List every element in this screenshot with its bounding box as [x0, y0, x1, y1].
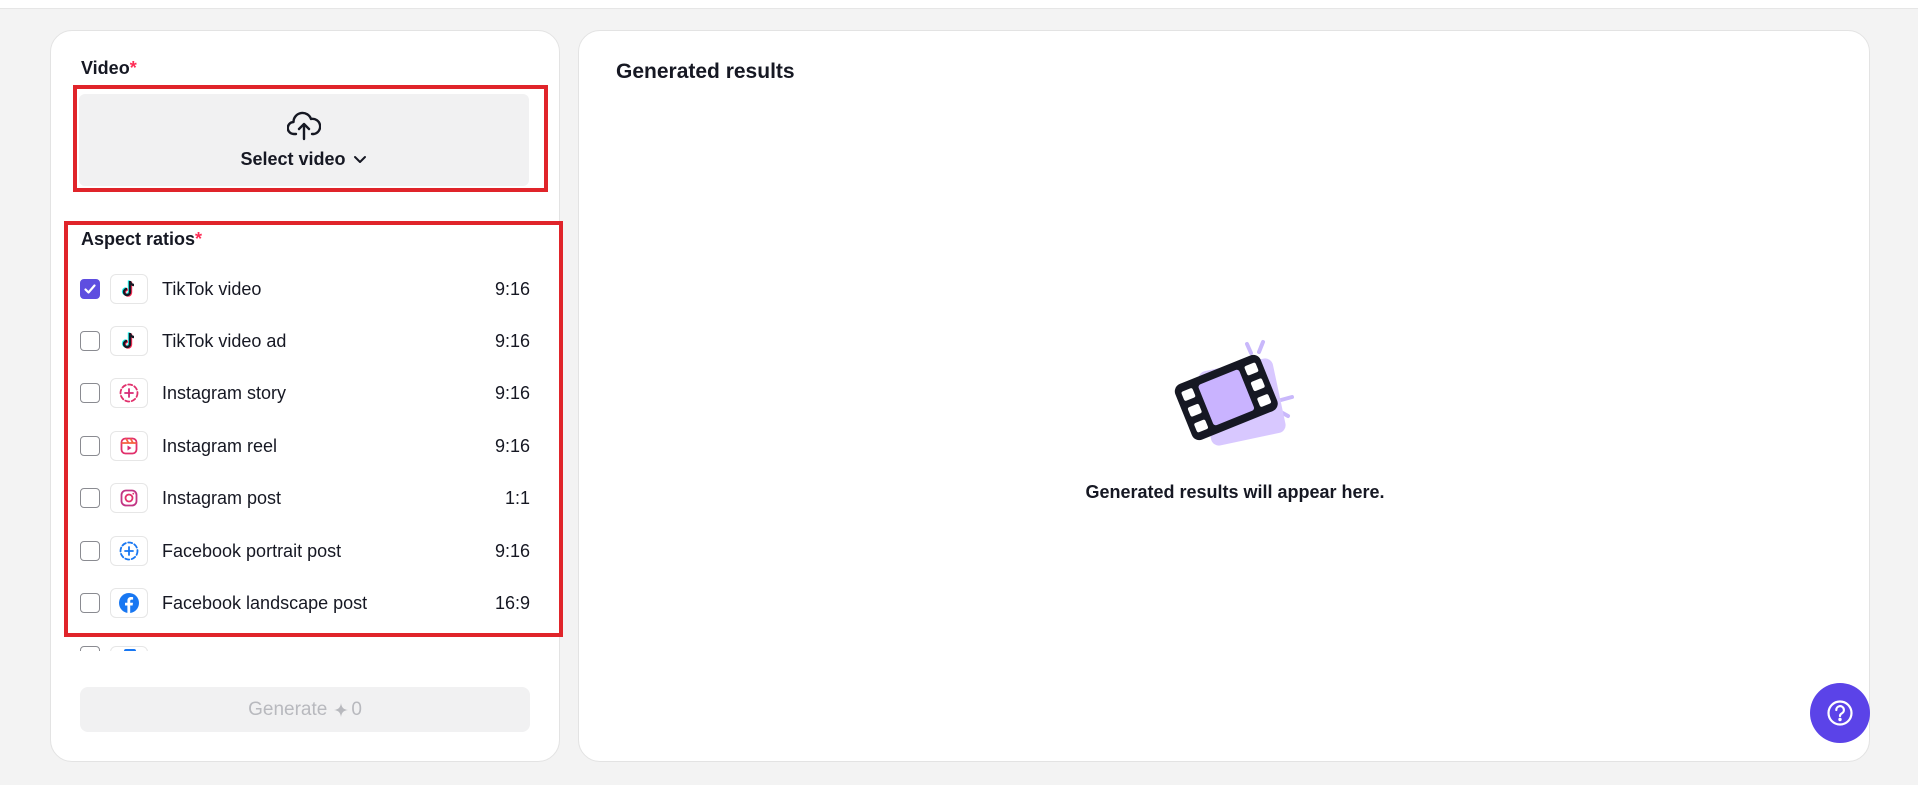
facebook-icon — [110, 588, 148, 618]
aspect-option-instagram-reel[interactable]: Instagram reel 9:16 — [80, 426, 530, 466]
aspect-option-tiktok-video[interactable]: TikTok video 9:16 — [80, 269, 530, 309]
aspect-option-instagram-story[interactable]: Instagram story 9:16 — [80, 373, 530, 413]
aspect-option-label: Facebook landscape post — [162, 592, 368, 613]
empty-results-text: Generated results will appear here. — [1085, 482, 1385, 502]
tiktok-icon — [110, 326, 148, 356]
aspect-option-label: Instagram post — [162, 487, 282, 508]
help-button[interactable] — [1810, 683, 1870, 743]
chevron-down-icon — [353, 156, 366, 163]
tiktok-icon — [110, 274, 148, 304]
aspect-option-ratio: 9:16 — [494, 435, 530, 456]
aspect-option-ratio: 9:16 — [494, 330, 530, 351]
video-label: Video* — [81, 58, 137, 78]
generate-button[interactable]: Generate 0 — [80, 687, 530, 732]
instagram-reel-icon — [110, 431, 148, 461]
cloud-upload-icon — [287, 111, 321, 140]
select-video-button[interactable]: Select video — [240, 149, 367, 170]
checkbox[interactable] — [80, 436, 100, 456]
results-title: Generated results — [616, 60, 795, 83]
aspect-option-label: TikTok video ad — [162, 330, 287, 351]
checkbox[interactable] — [80, 593, 100, 613]
aspect-list-overflow — [80, 646, 530, 651]
facebook-story-icon — [110, 536, 148, 566]
aspect-option-ratio: 9:16 — [494, 382, 530, 403]
film-illustration-icon — [1170, 336, 1300, 466]
aspect-ratios-label: Aspect ratios* — [81, 229, 203, 249]
check-icon — [84, 284, 96, 294]
select-video-dropzone[interactable]: Select video — [79, 94, 529, 186]
top-bar — [0, 0, 1918, 9]
aspect-option-label: Facebook portrait post — [162, 540, 342, 561]
aspect-option-label: TikTok video — [162, 278, 262, 299]
checkbox[interactable] — [80, 279, 100, 299]
checkbox[interactable] — [80, 331, 100, 351]
instagram-story-icon — [110, 378, 148, 408]
aspect-option-tiktok-video-ad[interactable]: TikTok video ad 9:16 — [80, 321, 530, 361]
aspect-option-label: Instagram reel — [162, 435, 278, 456]
aspect-option-ratio: 1:1 — [504, 487, 530, 508]
checkbox[interactable] — [80, 383, 100, 403]
select-video-label: Select video — [240, 148, 346, 169]
aspect-option-facebook-portrait-post[interactable]: Facebook portrait post 9:16 — [80, 531, 530, 571]
generate-credits: 0 — [351, 698, 362, 720]
question-icon — [1827, 700, 1853, 726]
sparkle-icon — [334, 702, 349, 717]
aspect-option-ratio: 9:16 — [494, 540, 530, 561]
aspect-option-instagram-post[interactable]: Instagram post 1:1 — [80, 478, 530, 518]
aspect-option-label: Instagram story — [162, 382, 287, 403]
checkbox[interactable] — [80, 488, 100, 508]
aspect-option-ratio: 9:16 — [494, 278, 530, 299]
checkbox[interactable] — [80, 541, 100, 561]
generate-label: Generate — [248, 698, 328, 720]
aspect-option-ratio: 16:9 — [494, 592, 530, 613]
aspect-option-facebook-landscape-post[interactable]: Facebook landscape post 16:9 — [80, 583, 530, 623]
instagram-icon — [110, 483, 148, 513]
